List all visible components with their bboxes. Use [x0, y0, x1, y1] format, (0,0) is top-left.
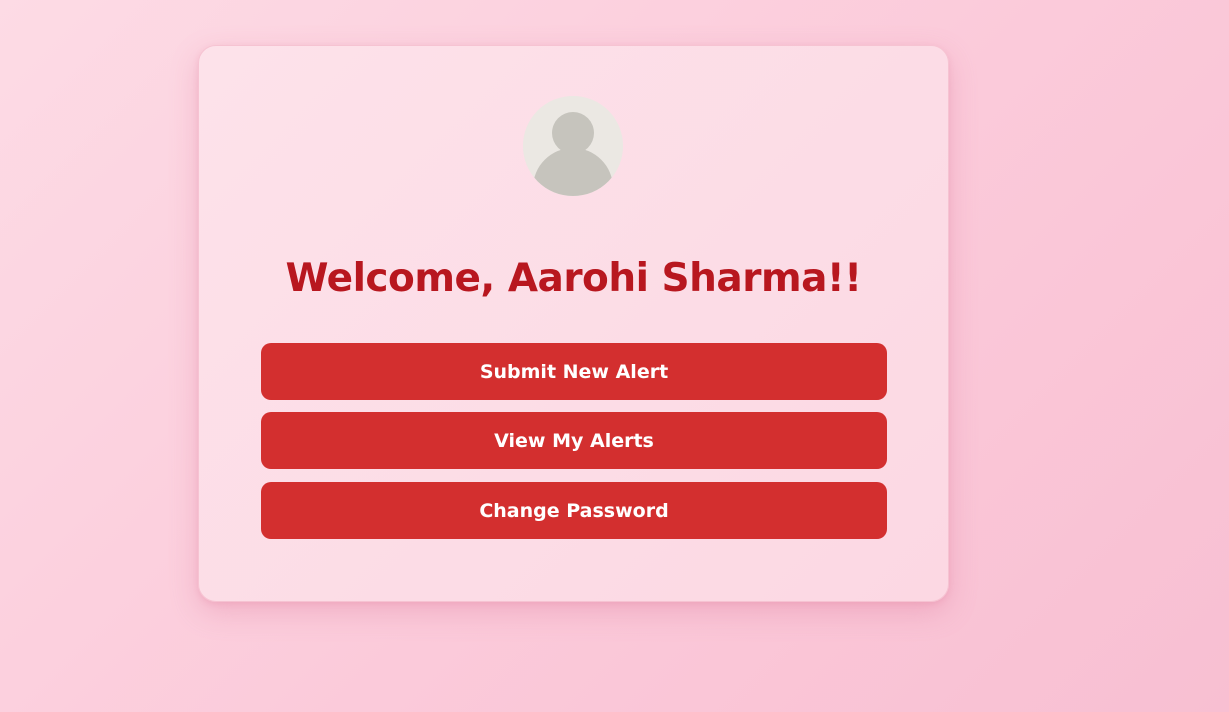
view-my-alerts-button[interactable]: View My Alerts: [261, 412, 887, 469]
welcome-title: Welcome, Aarohi Sharma!!: [285, 256, 862, 301]
change-password-button[interactable]: Change Password: [261, 482, 887, 539]
avatar: [523, 96, 623, 196]
user-avatar-icon: [523, 96, 623, 196]
welcome-card: Welcome, Aarohi Sharma!! Submit New Aler…: [198, 45, 949, 602]
submit-new-alert-button[interactable]: Submit New Alert: [261, 343, 887, 400]
